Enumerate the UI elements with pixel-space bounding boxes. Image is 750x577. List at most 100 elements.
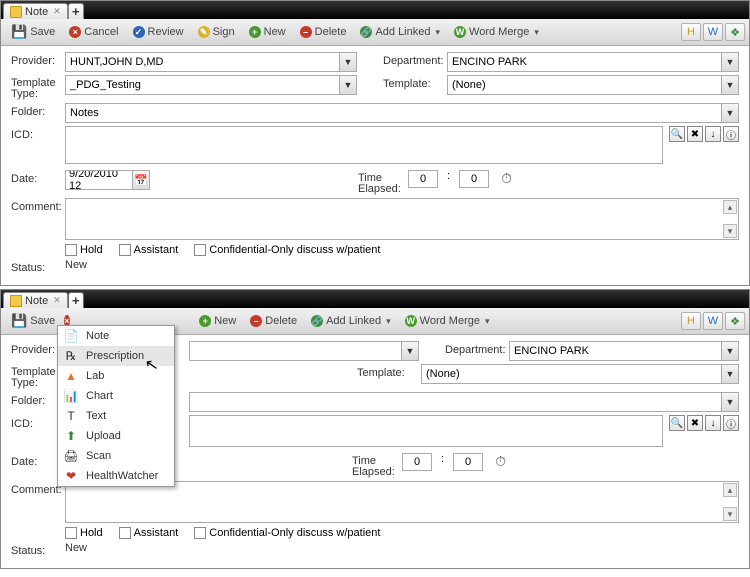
upload-icon: ⬆ [64,429,78,443]
icd-clear-icon[interactable]: ✖ [687,126,703,142]
folder-select[interactable]: ▼ [189,392,739,412]
new-button[interactable]: +New [193,312,242,330]
chevron-down-icon: ▼ [721,53,738,71]
chevron-down-icon: ▼ [339,53,356,71]
scroll-down-icon[interactable]: ▾ [723,507,737,521]
icd-search-icon[interactable]: 🔍 [669,415,685,431]
text-icon: T [64,409,78,423]
assistant-checkbox[interactable]: Assistant [119,527,179,539]
provider-select[interactable]: HUNT,JOHN D,MD▼ [65,52,357,72]
template-label: Template: [383,75,441,90]
time-elapsed-label: Time Elapsed: [352,453,396,478]
tab-bar: Note ✕ + [1,290,749,308]
icd-field[interactable] [189,415,663,447]
save-button[interactable]: 💾Save [5,21,61,43]
icd-info-icon[interactable]: ⓘ [723,126,739,142]
tab-note[interactable]: Note ✕ [3,292,68,308]
icd-label: ICD: [11,415,59,430]
time-sep: : [438,453,447,465]
calendar-icon[interactable]: 📅 [133,170,150,190]
folder-label: Folder: [11,392,59,407]
scroll-up-icon[interactable]: ▴ [723,200,737,214]
icd-info-icon[interactable]: ⓘ [723,415,739,431]
folder-select[interactable]: Notes▼ [65,103,739,123]
icd-clear-icon[interactable]: ✖ [687,415,703,431]
icd-down-icon[interactable]: ↓ [705,126,721,142]
word-merge-button[interactable]: WWord Merge [448,23,545,41]
comment-field[interactable]: ▴ ▾ [65,198,739,240]
menu-text[interactable]: TText [58,406,174,426]
time-sep: : [444,170,453,182]
delete-icon: – [250,315,262,327]
add-linked-button[interactable]: 🔗Add Linked [354,23,446,41]
tab-bar: Note ✕ + [1,1,749,19]
note-icon [10,295,22,307]
delete-button[interactable]: –Delete [244,312,303,330]
template-type-select[interactable]: _PDG_Testing▼ [65,75,357,95]
chevron-down-icon: ▼ [721,393,738,411]
menu-chart[interactable]: 📊Chart [58,386,174,406]
menu-note[interactable]: 📄Note [58,326,174,346]
provider-select[interactable]: ▼ [189,341,419,361]
link-icon: 🔗 [360,26,372,38]
sign-button[interactable]: ✎Sign [192,23,241,41]
right-icon-c[interactable]: ❖ [725,23,745,41]
right-icon-b[interactable]: W [703,23,723,41]
chevron-down-icon: ▼ [721,342,738,360]
stopwatch-icon[interactable]: ⏱ [495,453,506,470]
review-button[interactable]: ✓Review [127,23,190,41]
date-input[interactable]: 9/20/2010 12 [65,170,133,190]
chevron-down-icon: ▼ [721,365,738,383]
time-minutes[interactable]: 0 [453,453,483,471]
right-icon-a[interactable]: H [681,312,701,330]
lab-icon: ▲ [64,369,78,383]
right-icon-a[interactable]: H [681,23,701,41]
save-button[interactable]: 💾Save [5,310,61,332]
prescription-icon: ℞ [64,349,78,363]
confidential-checkbox[interactable]: Confidential-Only discuss w/patient [194,527,380,539]
status-value: New [65,259,87,271]
close-icon[interactable]: ✕ [53,295,61,306]
time-minutes[interactable]: 0 [459,170,489,188]
icd-buttons: 🔍 ✖ ↓ ⓘ [669,415,739,431]
plus-icon: + [72,293,80,308]
icd-down-icon[interactable]: ↓ [705,415,721,431]
add-linked-button[interactable]: 🔗Add Linked [305,312,397,330]
confidential-checkbox[interactable]: Confidential-Only discuss w/patient [194,244,380,256]
tab-label: Note [25,295,48,307]
scroll-down-icon[interactable]: ▾ [723,224,737,238]
hold-checkbox[interactable]: Hold [65,527,103,539]
stopwatch-icon[interactable]: ⏱ [501,170,512,187]
template-type-label: Template Type: [11,364,59,389]
new-icon: + [199,315,211,327]
tab-add[interactable]: + [68,3,84,19]
template-select[interactable]: (None)▼ [447,75,739,95]
status-label: Status: [11,259,59,274]
chevron-down-icon: ▼ [721,76,738,94]
close-icon[interactable]: ✕ [53,6,61,17]
hold-checkbox[interactable]: Hold [65,244,103,256]
comment-field[interactable]: ▴ ▾ [65,481,739,523]
menu-upload[interactable]: ⬆Upload [58,426,174,446]
menu-healthwatcher[interactable]: ❤HealthWatcher [58,466,174,486]
assistant-checkbox[interactable]: Assistant [119,244,179,256]
link-icon: 🔗 [311,315,323,327]
icd-field[interactable] [65,126,663,164]
tab-note[interactable]: Note ✕ [3,3,68,19]
template-select[interactable]: (None)▼ [421,364,739,384]
time-hours[interactable]: 0 [408,170,438,188]
right-icon-c[interactable]: ❖ [725,312,745,330]
department-select[interactable]: ENCINO PARK▼ [509,341,739,361]
menu-scan[interactable]: 🖨Scan [58,446,174,466]
delete-button[interactable]: –Delete [294,23,353,41]
tab-add[interactable]: + [68,292,84,308]
right-icon-b[interactable]: W [703,312,723,330]
icd-search-icon[interactable]: 🔍 [669,126,685,142]
department-select[interactable]: ENCINO PARK▼ [447,52,739,72]
toolbar: 💾Save ×Cancel ✓Review ✎Sign +New –Delete… [1,19,749,46]
cancel-button[interactable]: ×Cancel [63,23,124,41]
new-button[interactable]: +New [243,23,292,41]
scroll-up-icon[interactable]: ▴ [723,483,737,497]
time-hours[interactable]: 0 [402,453,432,471]
word-merge-button[interactable]: WWord Merge [399,312,496,330]
